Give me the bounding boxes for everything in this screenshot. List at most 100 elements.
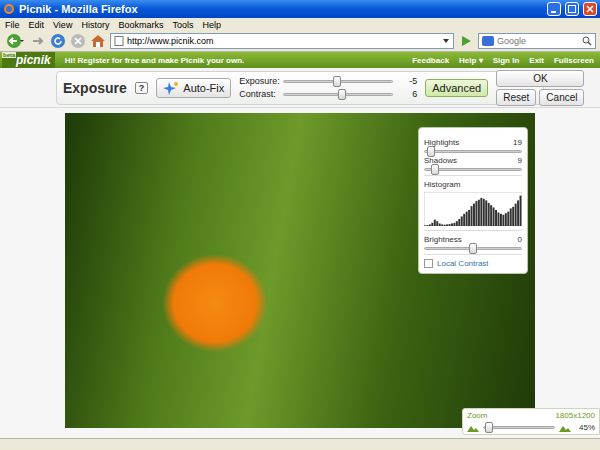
histogram-bar bbox=[456, 221, 458, 226]
header-link[interactable]: Help ▾ bbox=[459, 56, 483, 65]
minimize-button[interactable] bbox=[547, 2, 561, 16]
reload-button[interactable] bbox=[50, 33, 66, 49]
mountain-icon bbox=[467, 424, 479, 432]
menu-item[interactable]: History bbox=[81, 20, 109, 30]
slider-reading: 19 bbox=[513, 138, 522, 147]
stop-button[interactable] bbox=[70, 33, 86, 49]
histogram-bar bbox=[478, 200, 480, 226]
reset-button[interactable]: Reset bbox=[496, 89, 536, 106]
histogram-bar bbox=[426, 225, 428, 226]
slider-reading: 6 bbox=[399, 89, 417, 99]
advanced-panel: Highlights19Shadows9HistogramBrightness0… bbox=[418, 127, 528, 274]
maximize-button[interactable] bbox=[565, 2, 579, 16]
minimize-icon bbox=[550, 5, 558, 13]
slider-reading: 0 bbox=[518, 235, 522, 244]
cancel-button[interactable]: Cancel bbox=[539, 89, 584, 106]
go-arrow-icon bbox=[460, 35, 472, 47]
go-button[interactable] bbox=[458, 33, 474, 49]
histogram-bar bbox=[449, 224, 451, 226]
forward-arrow-icon bbox=[30, 33, 46, 49]
histogram-bar bbox=[502, 215, 504, 226]
histogram-bar bbox=[520, 196, 522, 226]
slider-thumb[interactable] bbox=[469, 243, 477, 254]
close-button[interactable] bbox=[583, 2, 597, 16]
histogram-bar bbox=[485, 200, 487, 226]
forward-button[interactable] bbox=[30, 33, 46, 49]
slider-thumb[interactable] bbox=[431, 164, 439, 175]
home-button[interactable] bbox=[90, 33, 106, 49]
tool-slider[interactable] bbox=[283, 80, 393, 83]
page-icon bbox=[114, 36, 124, 46]
histogram-bar bbox=[453, 223, 455, 226]
histogram-bar bbox=[446, 224, 448, 226]
checkbox-box[interactable] bbox=[424, 259, 433, 268]
search-field[interactable]: Google bbox=[478, 33, 596, 49]
menu-item[interactable]: Edit bbox=[29, 20, 45, 30]
slider-thumb[interactable] bbox=[338, 89, 346, 100]
back-button[interactable] bbox=[4, 33, 26, 49]
histogram-bar bbox=[510, 208, 512, 226]
advanced-slider[interactable] bbox=[424, 168, 522, 171]
slider-label: Exposure: bbox=[239, 76, 279, 86]
slider-label: Brightness bbox=[424, 235, 462, 244]
header-link[interactable]: Sign In bbox=[493, 56, 520, 65]
exposure-sliders: Exposure:-5Contrast:6 bbox=[239, 76, 417, 99]
sparkle-icon bbox=[163, 81, 179, 95]
image-size: 1805x1200 bbox=[555, 411, 595, 420]
canvas-area: Highlights19Shadows9HistogramBrightness0… bbox=[0, 108, 600, 438]
header-link[interactable]: Feedback bbox=[412, 56, 449, 65]
menu-bar: File Edit View History Bookmarks Tools Help bbox=[0, 18, 600, 31]
zoom-slider[interactable] bbox=[483, 426, 555, 429]
advanced-button[interactable]: Advanced bbox=[425, 79, 488, 97]
brightness-slider[interactable] bbox=[424, 247, 522, 250]
histogram-bar bbox=[490, 205, 492, 226]
histogram-bar bbox=[493, 207, 495, 226]
firefox-icon bbox=[3, 3, 15, 15]
search-placeholder: Google bbox=[497, 36, 579, 46]
histogram-bar bbox=[429, 224, 431, 226]
slider-reading: 9 bbox=[518, 156, 522, 165]
histogram-bar bbox=[505, 213, 507, 226]
slider-thumb[interactable] bbox=[427, 146, 435, 157]
slider-thumb[interactable] bbox=[485, 422, 493, 433]
ok-button[interactable]: OK bbox=[496, 70, 584, 87]
advanced-slider[interactable] bbox=[424, 150, 522, 153]
picnik-logo[interactable]: betapicnik bbox=[2, 52, 55, 68]
local-contrast-checkbox[interactable]: Local Contrast bbox=[424, 259, 522, 268]
menu-item[interactable]: Help bbox=[202, 20, 221, 30]
help-button[interactable]: ? bbox=[135, 82, 149, 94]
histogram-bar bbox=[475, 201, 477, 226]
histogram-bar bbox=[444, 225, 446, 226]
tool-title: Exposure bbox=[63, 80, 127, 96]
reload-icon bbox=[50, 33, 66, 49]
slider-label: Contrast: bbox=[239, 89, 279, 99]
histogram-bar bbox=[512, 207, 514, 226]
home-icon bbox=[90, 33, 106, 49]
menu-item[interactable]: File bbox=[5, 20, 20, 30]
histogram-bar bbox=[468, 210, 470, 226]
histogram-bar bbox=[451, 223, 453, 226]
histogram-bar bbox=[441, 224, 443, 226]
stop-icon bbox=[70, 33, 86, 49]
autofix-button[interactable]: Auto-Fix bbox=[156, 78, 231, 98]
mountain-icon bbox=[559, 424, 571, 432]
register-message[interactable]: Hi! Register for free and make Picnik yo… bbox=[65, 56, 402, 65]
menu-item[interactable]: Tools bbox=[172, 20, 193, 30]
menu-item[interactable]: Bookmarks bbox=[118, 20, 163, 30]
header-link[interactable]: Exit bbox=[529, 56, 544, 65]
tool-slider[interactable] bbox=[283, 93, 393, 96]
slider-thumb[interactable] bbox=[333, 76, 341, 87]
histogram-bar bbox=[517, 200, 519, 226]
histogram-bar bbox=[436, 221, 438, 226]
url-field[interactable]: http://www.picnik.com bbox=[110, 33, 454, 49]
header-link[interactable]: Fullscreen bbox=[554, 56, 594, 65]
histogram-bar bbox=[463, 214, 465, 226]
window-title: Picnik - Mozilla Firefox bbox=[19, 3, 543, 15]
histogram-chart bbox=[424, 192, 522, 226]
histogram-bar bbox=[439, 223, 441, 226]
histogram-bar bbox=[500, 214, 502, 226]
browser-window: Picnik - Mozilla Firefox File Edit View Hist… bbox=[0, 0, 600, 450]
menu-item[interactable]: View bbox=[53, 20, 72, 30]
histogram-bar bbox=[480, 198, 482, 226]
histogram-bar bbox=[488, 203, 490, 226]
